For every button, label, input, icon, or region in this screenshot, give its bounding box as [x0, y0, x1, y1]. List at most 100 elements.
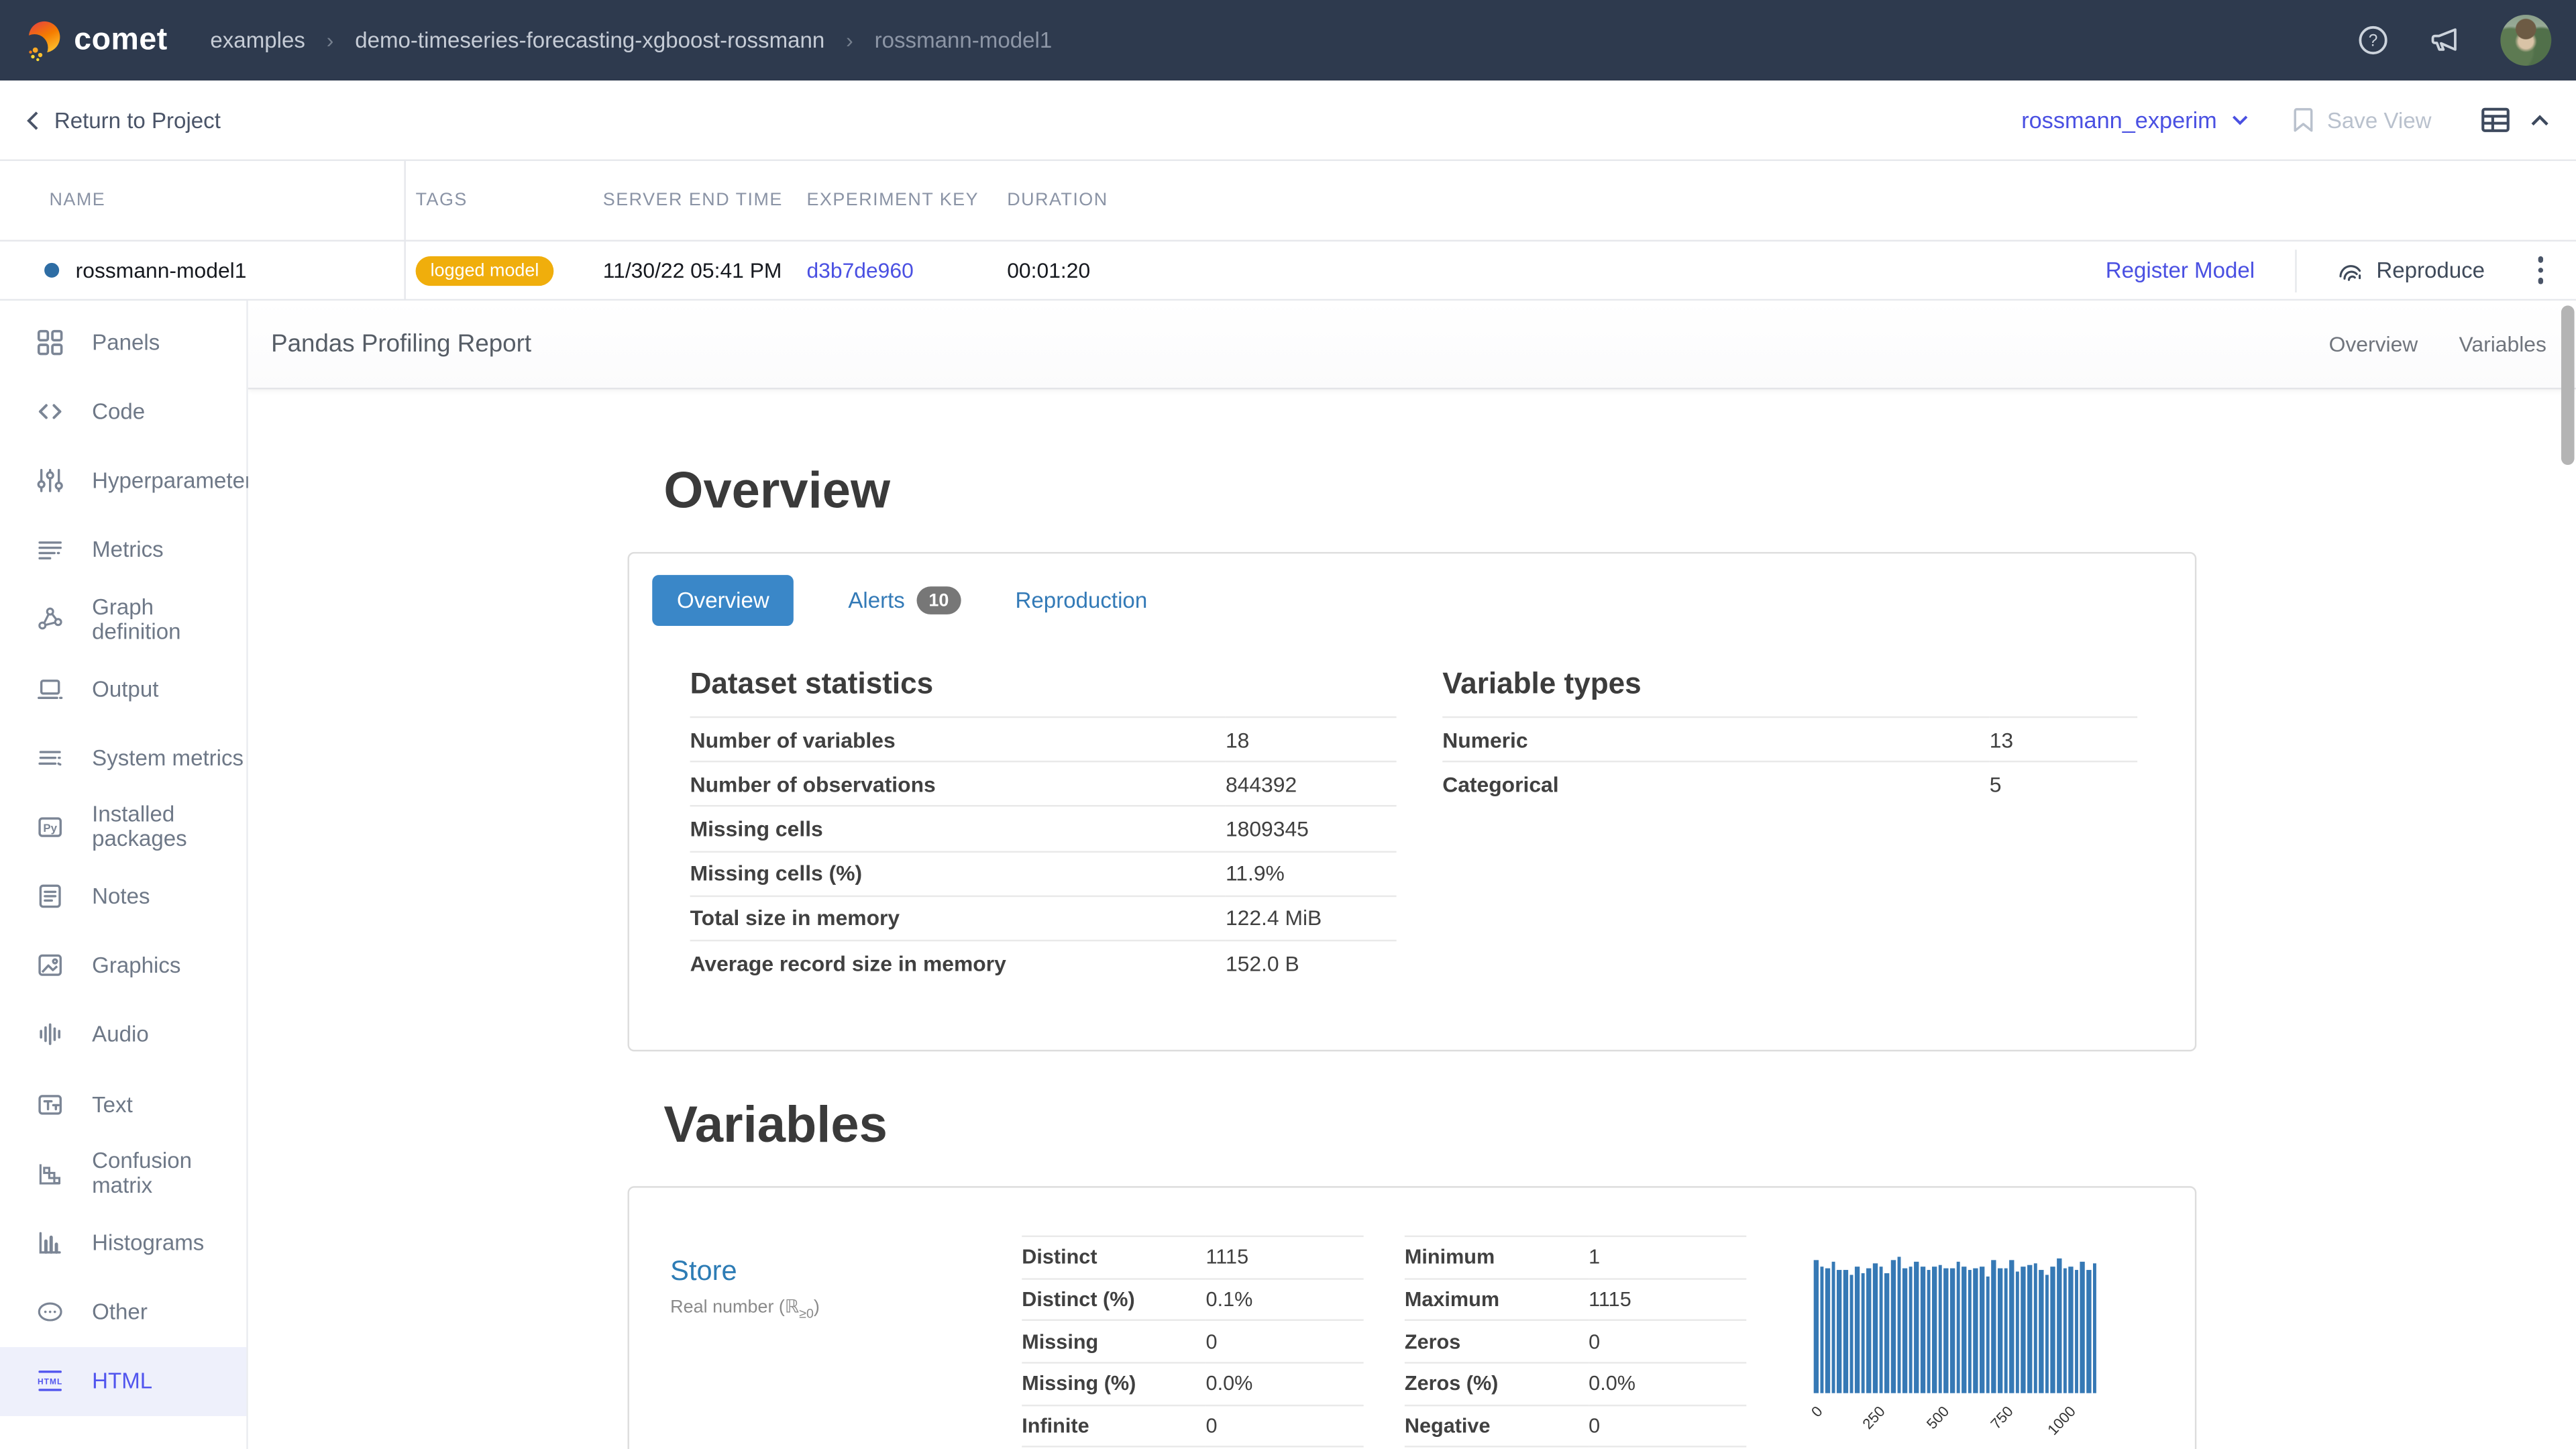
column-header-server-end-time[interactable]: SERVER END TIME: [603, 191, 807, 210]
profiling-report: Overview Overview Alerts 10 Reproduction: [248, 389, 2576, 1449]
graph-definition-icon: [36, 605, 64, 633]
store-distinct-table: Distinct1115Distinct (%)0.1%Missing0Miss…: [1022, 1236, 1363, 1449]
column-header-tags[interactable]: TAGS: [404, 191, 602, 210]
experiment-row[interactable]: rossmann-model1 logged model 11/30/22 05…: [0, 241, 2576, 301]
histogram-bar: [1849, 1275, 1854, 1393]
histogram-bar: [1909, 1266, 1913, 1393]
confusion-matrix-icon: [36, 1160, 64, 1188]
variable-type-label: Real number (ℝ≥0): [670, 1297, 1022, 1322]
reproduce-label: Reproduce: [2376, 258, 2485, 282]
sidebar-item-other[interactable]: Other: [0, 1277, 246, 1346]
histogram-bar: [1879, 1266, 1883, 1393]
breadcrumb-workspace[interactable]: examples: [210, 28, 305, 53]
sidebar-item-system-metrics[interactable]: System metrics: [0, 723, 246, 792]
histogram-bar: [2080, 1262, 2084, 1393]
topnav-right: ?: [2357, 15, 2551, 66]
sidebar-item-graph-definition[interactable]: Graph definition: [0, 584, 246, 653]
experiment-key-link[interactable]: d3b7de960: [806, 258, 913, 282]
sidebar-item-graphics[interactable]: Graphics: [0, 931, 246, 1000]
svg-text:?: ?: [2369, 32, 2378, 50]
sidebar-item-label: Code: [92, 399, 145, 424]
app-root: comet examples › demo-timeseries-forecas…: [0, 0, 2576, 1449]
histogram-bar: [1856, 1267, 1860, 1393]
table-row: Minimum1: [1405, 1236, 1746, 1279]
html-panel: Pandas Profiling Report Overview Variabl…: [248, 301, 2576, 1449]
sidebar-item-notes[interactable]: Notes: [0, 861, 246, 930]
sidebar-item-confusion-matrix[interactable]: Confusion matrix: [0, 1139, 246, 1208]
text-icon: [36, 1090, 64, 1118]
user-avatar[interactable]: [2500, 15, 2551, 66]
experiment-table: NAME TAGS SERVER END TIME EXPERIMENT KEY…: [0, 161, 2576, 301]
view-selector-label: rossmann_experim: [2021, 107, 2217, 133]
experiment-name[interactable]: rossmann-model1: [76, 258, 247, 282]
tab-reproduction[interactable]: Reproduction: [1016, 588, 1148, 613]
table-row: Numeric13: [1442, 717, 2137, 762]
sidebar-item-output[interactable]: Output: [0, 654, 246, 723]
histogram-bar: [1831, 1262, 1835, 1393]
sidebar-item-label: HTML: [92, 1369, 152, 1394]
sidebar-item-text[interactable]: Text: [0, 1069, 246, 1138]
histogram-tick-label: 500: [1923, 1403, 1952, 1433]
sidebar-item-label: Graphics: [92, 953, 180, 978]
graphics-icon: [36, 952, 64, 980]
collapse-panel-icon[interactable]: [2530, 113, 2549, 127]
column-header-duration[interactable]: DURATION: [1007, 191, 1204, 210]
variable-types-section: Variable types Numeric13Categorical5: [1442, 667, 2137, 984]
sidebar-item-histograms[interactable]: Histograms: [0, 1208, 246, 1277]
histogram-bar: [2004, 1269, 2008, 1393]
histogram-bar: [1986, 1277, 1990, 1393]
column-header-experiment-key[interactable]: EXPERIMENT KEY: [806, 191, 1007, 210]
variable-types-table: Numeric13Categorical5: [1442, 716, 2137, 806]
histogram-bar: [1998, 1269, 2002, 1393]
comet-logo[interactable]: comet: [25, 19, 168, 62]
table-row: Average record size in memory152.0 B: [690, 941, 1397, 984]
help-icon[interactable]: ?: [2357, 25, 2389, 56]
scrollbar-thumb[interactable]: [2561, 306, 2575, 466]
dataset-statistics-table: Number of variables18Number of observati…: [690, 716, 1397, 984]
view-selector-dropdown[interactable]: rossmann_experim: [2021, 107, 2250, 133]
sidebar-item-panels[interactable]: Panels: [0, 307, 246, 376]
table-view-icon[interactable]: [2481, 107, 2510, 133]
histogram-bar: [1915, 1262, 1919, 1393]
sidebar-item-metrics[interactable]: Metrics: [0, 515, 246, 584]
notes-icon: [36, 882, 64, 910]
histogram-bar: [1980, 1267, 1984, 1393]
sidebar-item-hyperparameters[interactable]: Hyperparameters: [0, 446, 246, 515]
table-row: Negative0: [1405, 1405, 1746, 1447]
comet-logo-icon: [25, 19, 64, 62]
sidebar-item-installed-packages[interactable]: Py Installed packages: [0, 792, 246, 861]
tab-overview[interactable]: Overview: [652, 575, 794, 626]
histogram-bar: [1843, 1270, 1847, 1393]
alerts-count-badge: 10: [916, 586, 961, 614]
histogram-bar: [1891, 1260, 1895, 1393]
histogram-tick-label: 1000: [2045, 1403, 2079, 1439]
variable-types-title: Variable types: [1442, 667, 2137, 701]
register-model-button[interactable]: Register Model: [2106, 258, 2255, 282]
reproduce-button[interactable]: Reproduce: [2337, 256, 2485, 284]
save-view-button[interactable]: Save View: [2292, 107, 2431, 133]
return-to-project-link[interactable]: Return to Project: [26, 107, 221, 132]
histogram-bar: [2033, 1264, 2037, 1393]
sidebar-item-code[interactable]: Code: [0, 376, 246, 445]
tag-logged-model[interactable]: logged model: [416, 256, 554, 285]
audio-icon: [36, 1021, 64, 1049]
dataset-statistics-section: Dataset statistics Number of variables18…: [690, 667, 1397, 984]
breadcrumb-project[interactable]: demo-timeseries-forecasting-xgboost-ross…: [355, 28, 824, 53]
tab-alerts[interactable]: Alerts 10: [848, 586, 961, 614]
row-menu-kebab-icon[interactable]: [2528, 250, 2553, 290]
variable-store-link[interactable]: Store: [670, 1255, 1022, 1288]
table-row: Missing0: [1022, 1321, 1363, 1363]
histogram-bars: [1814, 1257, 2096, 1393]
table-row: Missing (%)0.0%: [1022, 1362, 1363, 1405]
histogram-bar: [1968, 1270, 1972, 1393]
sidebar-item-html[interactable]: HTML HTML: [0, 1347, 246, 1416]
sidebar-item-audio[interactable]: Audio: [0, 1000, 246, 1069]
announcements-icon[interactable]: [2428, 25, 2461, 56]
report-nav-overview[interactable]: Overview: [2329, 332, 2418, 357]
report-nav-variables[interactable]: Variables: [2459, 332, 2546, 357]
sidebar-item-label: Hyperparameters: [92, 468, 263, 493]
bookmark-icon: [2292, 107, 2315, 133]
histogram-x-axis: 02505007501000: [1814, 1393, 2096, 1442]
table-row: Negative (%)0.0%: [1405, 1447, 1746, 1449]
column-header-name[interactable]: NAME: [0, 191, 404, 210]
